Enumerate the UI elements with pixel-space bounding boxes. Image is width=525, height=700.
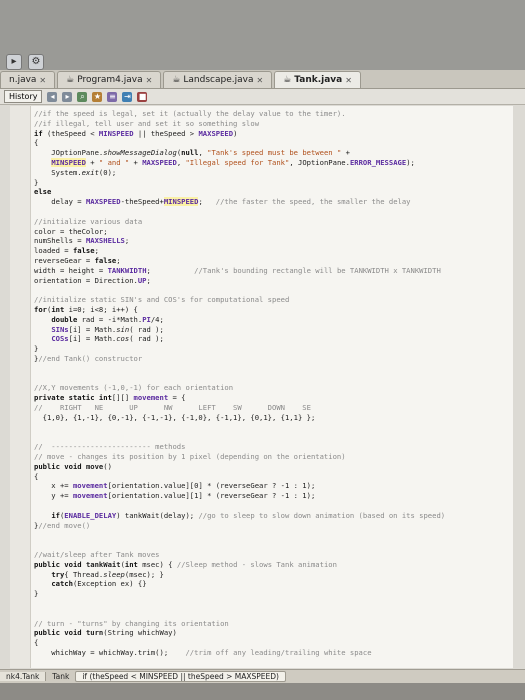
- code-line[interactable]: // move - changes its position by 1 pixe…: [34, 452, 346, 461]
- statement-breadcrumb[interactable]: if (theSpeed < MINSPEED || theSpeed > MA…: [75, 671, 286, 682]
- class-breadcrumb[interactable]: nk4.Tank: [0, 672, 47, 681]
- code-line[interactable]: {: [34, 472, 38, 481]
- history-button[interactable]: History: [4, 90, 43, 103]
- code-line[interactable]: MINSPEED + " and " + MAXSPEED, "Illegal …: [34, 158, 415, 167]
- code-line[interactable]: public void move(): [34, 462, 112, 471]
- code-line[interactable]: color = theColor;: [34, 227, 108, 236]
- code-line[interactable]: // turn - "turns" by changing its orient…: [34, 619, 229, 628]
- navigation-status-bar: nk4.Tank Tank if (theSpeed < MINSPEED ||…: [0, 669, 525, 683]
- code-line[interactable]: orientation = Direction.UP;: [34, 276, 151, 285]
- code-line[interactable]: }//end Tank() constructor: [34, 354, 142, 363]
- code-line[interactable]: //if the speed is legal, set it (actuall…: [34, 109, 346, 118]
- editor-toolbar: History ◂ ▸ ⌕ ★ ≡ ⇥ ■: [0, 89, 525, 105]
- code-line[interactable]: SINs[i] = Math.sin( rad );: [34, 325, 164, 334]
- code-line[interactable]: for(int i=0; i<8; i++) {: [34, 305, 138, 314]
- code-line[interactable]: width = height = TANKWIDTH; //Tank's bou…: [34, 266, 441, 275]
- code-line[interactable]: public void tankWait(int msec) { //Sleep…: [34, 560, 337, 569]
- code-line[interactable]: if (theSpeed < MINSPEED || theSpeed > MA…: [34, 129, 237, 138]
- code-line[interactable]: }: [34, 344, 38, 353]
- back-icon[interactable]: ◂: [47, 91, 58, 102]
- tab-n-java[interactable]: n.java ✕: [0, 71, 56, 88]
- code-line[interactable]: COSs[i] = Math.cos( rad );: [34, 334, 164, 343]
- code-line[interactable]: {: [34, 138, 38, 147]
- bookmark-icon[interactable]: ★: [92, 91, 103, 102]
- code-line[interactable]: y += movement[orientation.value][1] * (r…: [34, 491, 315, 500]
- forward-icon[interactable]: ▸: [62, 91, 73, 102]
- code-line[interactable]: // ----------------------- methods: [34, 442, 185, 451]
- debug-icon[interactable]: ⚙: [28, 54, 44, 70]
- close-icon[interactable]: ✕: [345, 76, 352, 85]
- code-line[interactable]: //initialize various data: [34, 217, 142, 226]
- java-file-icon: ☕: [66, 75, 75, 85]
- code-line[interactable]: x += movement[orientation.value][0] * (r…: [34, 481, 315, 490]
- code-line[interactable]: private static int[][] movement = {: [34, 393, 185, 402]
- run-icon[interactable]: ▸: [6, 54, 22, 70]
- code-line[interactable]: //if illegal, tell user and set it so so…: [34, 119, 259, 128]
- tab-tank-java[interactable]: ☕ Tank.java ✕: [274, 71, 361, 88]
- editor-tab-bar: n.java ✕ ☕ Program4.java ✕ ☕ Landscape.j…: [0, 70, 525, 89]
- java-file-icon: ☕: [283, 75, 292, 85]
- code-line[interactable]: {1,0}, {1,-1}, {0,-1}, {-1,-1}, {-1,0}, …: [34, 413, 316, 422]
- window-top-strip: ▸ ⚙: [0, 0, 525, 70]
- tab-label: Program4.java: [77, 75, 143, 85]
- tab-landscape-java[interactable]: ☕ Landscape.java ✕: [163, 71, 273, 88]
- close-icon[interactable]: ✕: [39, 76, 46, 85]
- code-line[interactable]: }: [34, 589, 38, 598]
- comment-icon[interactable]: ≡: [107, 91, 118, 102]
- code-text-area[interactable]: //if the speed is legal, set it (actuall…: [34, 106, 513, 668]
- code-line[interactable]: //X,Y movements (-1,0,-1) for each orien…: [34, 383, 233, 392]
- code-line[interactable]: }: [34, 178, 38, 187]
- code-line[interactable]: }//end move(): [34, 521, 90, 530]
- tab-program4-java[interactable]: ☕ Program4.java ✕: [57, 71, 162, 88]
- tab-label: n.java: [9, 75, 37, 85]
- code-line[interactable]: else: [34, 187, 51, 196]
- member-breadcrumb[interactable]: Tank: [46, 672, 75, 681]
- search-icon[interactable]: ⌕: [77, 91, 88, 102]
- shift-icon[interactable]: ⇥: [122, 91, 133, 102]
- code-line[interactable]: //wait/sleep after Tank moves: [34, 550, 160, 559]
- close-icon[interactable]: ✕: [256, 76, 263, 85]
- code-line[interactable]: catch(Exception ex) {}: [34, 579, 146, 588]
- code-line[interactable]: numShells = MAXSHELLS;: [34, 236, 129, 245]
- java-file-icon: ☕: [172, 75, 181, 85]
- tab-label: Landscape.java: [183, 75, 254, 85]
- code-line[interactable]: whichWay = whichWay.trim(); //trim off a…: [34, 648, 371, 657]
- code-line[interactable]: delay = MAXSPEED-theSpeed+MINSPEED; //th…: [34, 197, 411, 207]
- code-line[interactable]: // RIGHT NE UP NW LEFT SW DOWN SE: [34, 403, 311, 412]
- code-line[interactable]: System.exit(0);: [34, 168, 116, 177]
- code-line[interactable]: JOptionPane.showMessageDialog(null, "Tan…: [34, 148, 350, 157]
- code-line[interactable]: try{ Thread.sleep(msec); }: [34, 570, 164, 579]
- code-line[interactable]: if(ENABLE_DELAY) tankWait(delay); //go t…: [34, 511, 445, 520]
- code-line[interactable]: double rad = -i*Math.PI/4;: [34, 315, 164, 324]
- stop-icon[interactable]: ■: [137, 91, 148, 102]
- code-line[interactable]: public void turn(String whichWay): [34, 628, 177, 637]
- top-icons: ▸ ⚙: [6, 54, 44, 70]
- code-line[interactable]: {: [34, 638, 38, 647]
- code-line[interactable]: //initialize static SIN's and COS's for …: [34, 295, 289, 304]
- tab-label: Tank.java: [294, 75, 343, 85]
- code-line[interactable]: reverseGear = false;: [34, 256, 121, 265]
- line-gutter: [10, 106, 31, 668]
- code-line[interactable]: loaded = false;: [34, 246, 99, 255]
- close-icon[interactable]: ✕: [146, 76, 153, 85]
- code-editor[interactable]: //if the speed is legal, set it (actuall…: [10, 106, 513, 668]
- bottom-bar: [0, 683, 525, 700]
